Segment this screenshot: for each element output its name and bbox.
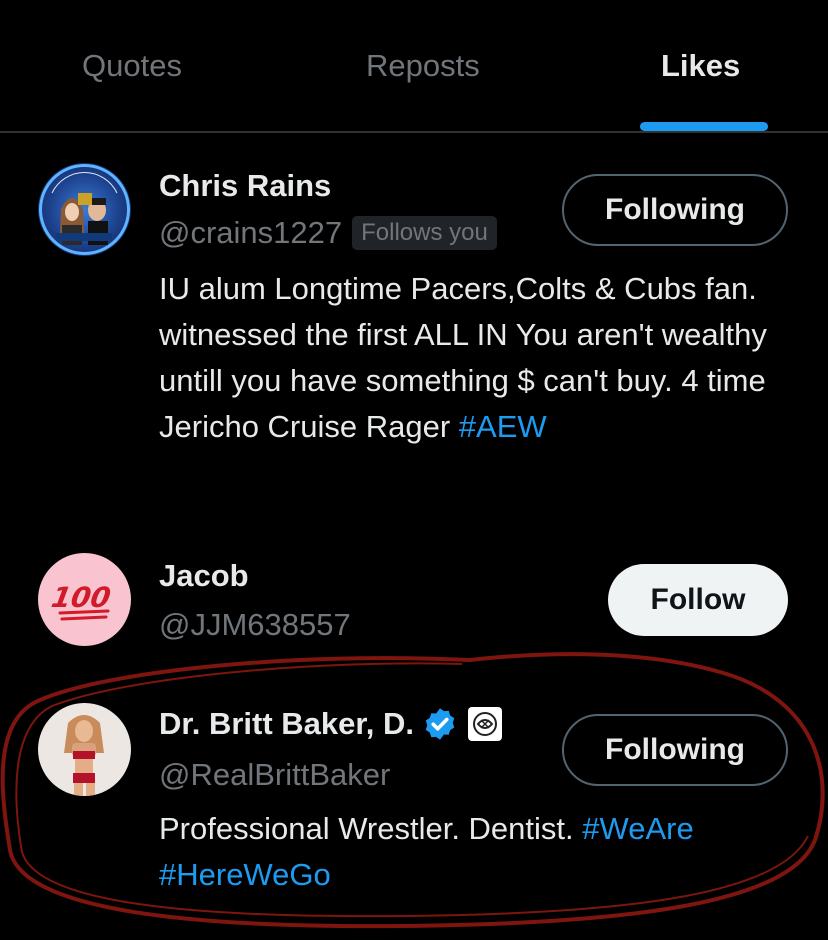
name-row: Chris Rains bbox=[159, 168, 331, 204]
display-name[interactable]: Dr. Britt Baker, D. bbox=[159, 706, 414, 742]
username-handle: @JJM638557 bbox=[159, 607, 351, 642]
following-button[interactable]: Following bbox=[562, 714, 788, 786]
follows-you-badge: Follows you bbox=[352, 216, 497, 250]
user-bio: Professional Wrestler. Dentist. #WeAre #H… bbox=[159, 806, 799, 898]
user-bio: IU alum Longtime Pacers,Colts & Cubs fan… bbox=[159, 266, 799, 450]
verified-badge-icon bbox=[425, 708, 455, 740]
handle-row: @RealBrittBaker bbox=[159, 757, 390, 793]
avatar[interactable]: 100 bbox=[38, 553, 131, 646]
active-tab-indicator bbox=[640, 122, 768, 131]
hashtag-link[interactable]: #WeAre bbox=[582, 811, 693, 846]
svg-text:100: 100 bbox=[50, 581, 113, 614]
avatar-image bbox=[64, 715, 104, 796]
hashtag-link[interactable]: #AEW bbox=[459, 409, 547, 444]
display-name[interactable]: Jacob bbox=[159, 558, 249, 594]
tab-likes[interactable]: Likes bbox=[661, 48, 740, 84]
hundred-points-icon: 100 bbox=[50, 581, 113, 620]
follow-button[interactable]: Follow bbox=[608, 564, 788, 636]
avatar-image bbox=[39, 164, 130, 255]
name-row: Dr. Britt Baker, D. bbox=[159, 706, 502, 742]
username-handle: @RealBrittBaker bbox=[159, 757, 391, 792]
annotation-circle bbox=[0, 652, 825, 929]
affiliation-badge-icon[interactable] bbox=[467, 707, 502, 741]
username-handle: @crains1227 bbox=[159, 215, 343, 250]
following-button[interactable]: Following bbox=[562, 174, 788, 246]
avatar[interactable] bbox=[38, 163, 131, 256]
display-name[interactable]: Chris Rains bbox=[159, 168, 331, 204]
tab-bar: Quotes Reposts Likes bbox=[0, 0, 828, 133]
handle-row: @JJM638557 bbox=[159, 607, 351, 643]
tab-reposts[interactable]: Reposts bbox=[366, 48, 480, 84]
avatar[interactable] bbox=[38, 703, 131, 796]
hashtag-link[interactable]: #HereWeGo bbox=[159, 857, 331, 892]
handle-row: @crains1227 Follows you bbox=[159, 215, 497, 251]
bio-text: Professional Wrestler. Dentist. bbox=[159, 811, 583, 846]
tab-quotes[interactable]: Quotes bbox=[82, 48, 182, 84]
name-row: Jacob bbox=[159, 558, 249, 594]
